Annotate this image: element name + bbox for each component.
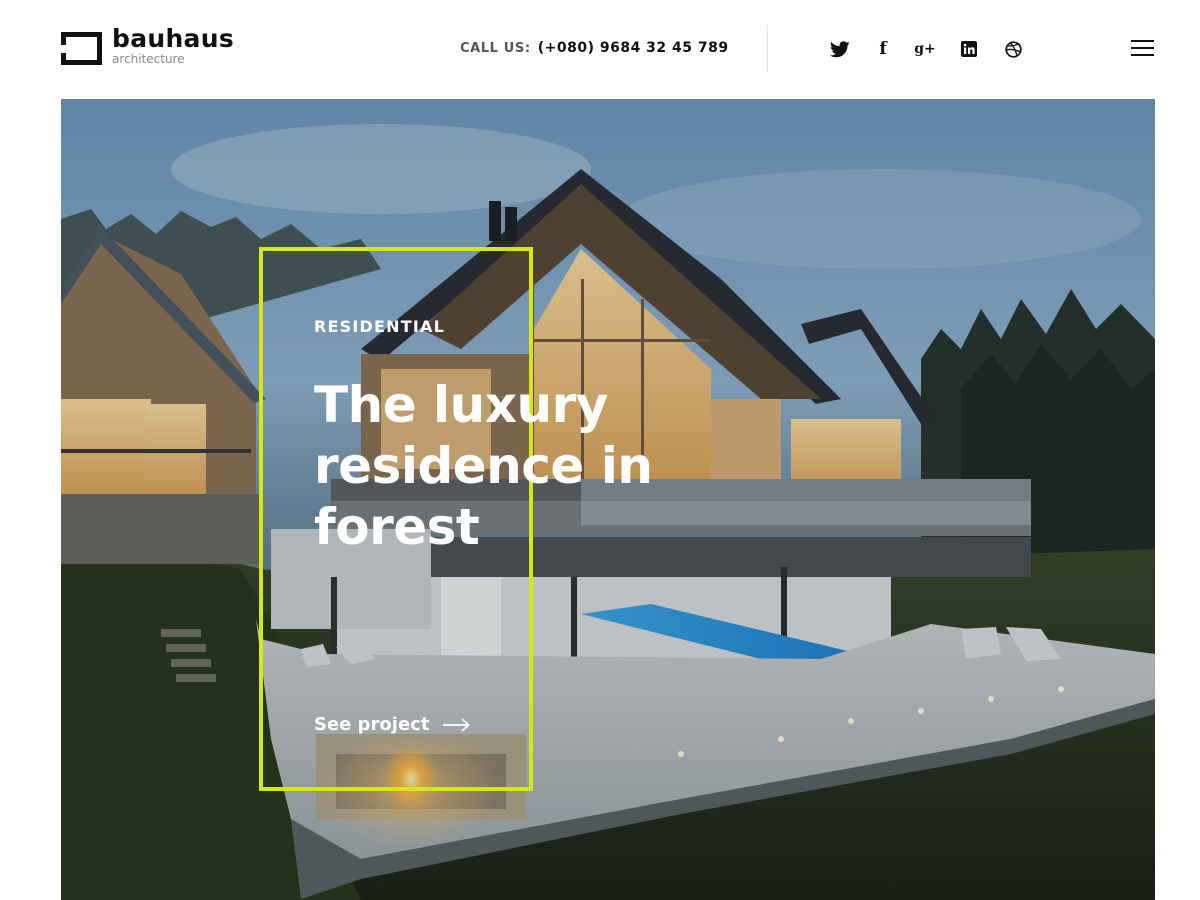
phone-number-link[interactable]: (+080) 9684 32 45 789	[538, 40, 729, 56]
logo-mark-icon	[61, 32, 102, 65]
google-plus-icon[interactable]: g+	[912, 38, 938, 60]
hero-title-line: The luxury	[314, 376, 608, 434]
arrow-right-icon	[443, 718, 471, 732]
header-divider	[767, 25, 768, 72]
google-plus-glyph: g+	[914, 41, 936, 57]
twitter-icon[interactable]	[829, 38, 851, 60]
menu-bar	[1131, 47, 1154, 49]
hero-title: The luxury residence in forest	[314, 375, 874, 558]
hero-section: RESIDENTIAL The luxury residence in fore…	[61, 99, 1155, 900]
dribbble-icon[interactable]	[1002, 38, 1024, 60]
phone-contact: CALL US: (+080) 9684 32 45 789	[460, 39, 729, 55]
linkedin-icon[interactable]	[958, 38, 980, 60]
see-project-label: See project	[314, 714, 430, 735]
hamburger-menu-icon[interactable]	[1131, 40, 1154, 56]
facebook-icon[interactable]: f	[872, 38, 894, 60]
logo-name: bauhaus	[112, 24, 235, 53]
logo-tagline: architecture	[112, 52, 185, 66]
phone-label: CALL US:	[460, 41, 531, 56]
project-category: RESIDENTIAL	[314, 317, 445, 336]
facebook-glyph: f	[879, 38, 887, 59]
menu-bar	[1131, 40, 1154, 42]
hero-title-line: forest	[314, 498, 480, 556]
menu-bar	[1131, 54, 1154, 56]
see-project-link[interactable]: See project	[314, 714, 471, 735]
site-header: bauhaus architecture CALL US: (+080) 968…	[0, 0, 1200, 99]
hero-title-line: residence in	[314, 437, 653, 495]
